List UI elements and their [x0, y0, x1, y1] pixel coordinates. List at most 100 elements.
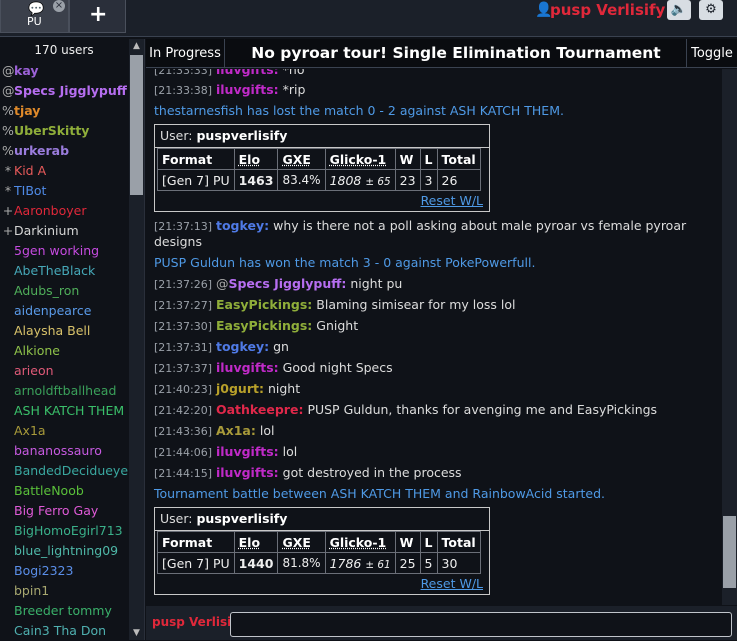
- sidebar-scroll-thumb[interactable]: [130, 55, 143, 195]
- user-list-item[interactable]: @kay: [0, 61, 128, 81]
- user-list-item[interactable]: BigHomoEgirl713: [0, 521, 128, 541]
- user-name[interactable]: Ax1a: [14, 423, 46, 438]
- user-list-item[interactable]: bananossauro: [0, 441, 128, 461]
- user-name[interactable]: bananossauro: [14, 443, 102, 458]
- user-list-item[interactable]: Ax1a: [0, 421, 128, 441]
- timestamp: [21:43:36]: [154, 425, 212, 438]
- user-list-item[interactable]: blue_lightning09: [0, 541, 128, 561]
- user-name[interactable]: Specs Jigglypuff: [14, 83, 127, 98]
- input-username[interactable]: pusp Verlisif: [152, 615, 236, 629]
- user-name[interactable]: Alaysha Bell: [14, 323, 90, 338]
- user-list-item[interactable]: %urkerab: [0, 141, 128, 161]
- sound-button[interactable]: 🔈: [667, 0, 691, 20]
- user-name[interactable]: BigHomoEgirl713: [14, 523, 123, 538]
- chat-message: [21:37:13] togkey: why is there not a po…: [154, 218, 714, 249]
- user-list-item[interactable]: * TIBot: [0, 181, 128, 201]
- user-list: @kay @Specs Jigglypuff %tjay %UberSkitty %ur…: [0, 61, 128, 641]
- user-list-item[interactable]: arieon: [0, 361, 128, 381]
- user-name[interactable]: 5gen working: [14, 243, 99, 258]
- user-name[interactable]: Big Ferro Gay: [14, 503, 98, 518]
- user-name[interactable]: Aaronboyer: [14, 203, 86, 218]
- chat-username[interactable]: EasyPickings:: [216, 318, 312, 333]
- user-name[interactable]: AbeTheBlack: [14, 263, 95, 278]
- glicko-cell: 1786 ± 61: [324, 552, 396, 574]
- user-list-item[interactable]: Alkione: [0, 341, 128, 361]
- user-name[interactable]: aidenpearce: [14, 303, 91, 318]
- tour-toggle-button[interactable]: Toggle: [686, 39, 737, 68]
- timestamp: [21:42:20]: [154, 404, 212, 417]
- user-name[interactable]: BandedDecidueye: [14, 463, 128, 478]
- user-list-item[interactable]: BandedDecidueye: [0, 461, 128, 481]
- user-name[interactable]: Darkinium: [14, 223, 79, 238]
- user-list-item[interactable]: arnoldftballhead: [0, 381, 128, 401]
- chat-username[interactable]: iluvgifts:: [216, 69, 279, 77]
- user-name[interactable]: BattleNoob: [14, 483, 84, 498]
- user-name[interactable]: Bogi2323: [14, 563, 73, 578]
- user-list-item[interactable]: 5gen working: [0, 241, 128, 261]
- chat-message: [21:44:06] iluvgifts: lol: [154, 444, 714, 459]
- current-username[interactable]: pusp Verlisify: [550, 1, 665, 19]
- user-name[interactable]: Adubs_ron: [14, 283, 79, 298]
- user-list-item[interactable]: AbeTheBlack: [0, 261, 128, 281]
- user-list-item[interactable]: * Kid A: [0, 161, 128, 181]
- user-list-item[interactable]: bpin1: [0, 581, 128, 601]
- user-list-item[interactable]: Alaysha Bell: [0, 321, 128, 341]
- user-list-item[interactable]: Big Ferro Gay: [0, 501, 128, 521]
- reset-wl-link[interactable]: Reset W/L: [155, 574, 489, 594]
- user-list-item[interactable]: @Specs Jigglypuff: [0, 81, 128, 101]
- chat-username[interactable]: Oathkeepre:: [216, 402, 303, 417]
- user-name[interactable]: kay: [14, 63, 39, 78]
- user-list-item[interactable]: aidenpearce: [0, 301, 128, 321]
- chat-username[interactable]: iluvgifts:: [216, 360, 279, 375]
- user-name[interactable]: TIBot: [14, 183, 46, 198]
- user-name[interactable]: urkerab: [14, 143, 69, 158]
- chat-username[interactable]: j0gurt:: [216, 381, 264, 396]
- user-list-item[interactable]: Breeder tommy: [0, 601, 128, 621]
- total-cell: 30: [436, 552, 481, 574]
- user-name[interactable]: bpin1: [14, 583, 49, 598]
- user-list-item[interactable]: Cain3 Tha Don: [0, 621, 128, 641]
- chat-username[interactable]: Ax1a:: [216, 423, 256, 438]
- user-name[interactable]: Alkione: [14, 343, 60, 358]
- user-name[interactable]: Breeder tommy: [14, 603, 112, 618]
- user-rank: +: [2, 223, 14, 238]
- scroll-up-arrow-icon[interactable]: ▲: [129, 39, 144, 53]
- user-list-item[interactable]: ASH KATCH THEM: [0, 401, 128, 421]
- chat-username[interactable]: EasyPickings:: [216, 297, 312, 312]
- user-name[interactable]: tjay: [14, 103, 40, 118]
- chat-username[interactable]: Specs Jigglypuff:: [228, 276, 346, 291]
- user-list-item[interactable]: +Darkinium: [0, 221, 128, 241]
- user-name[interactable]: UberSkitty: [14, 123, 89, 138]
- add-tab-button[interactable]: +: [69, 0, 126, 33]
- chat-username[interactable]: togkey:: [216, 339, 269, 354]
- chat-username[interactable]: togkey:: [216, 218, 269, 233]
- timestamp: [21:37:31]: [154, 341, 212, 354]
- chat-input[interactable]: [230, 612, 732, 637]
- scroll-down-arrow-icon[interactable]: ▼: [129, 626, 144, 640]
- chat-scroll-thumb[interactable]: [723, 516, 736, 588]
- room-tab-pu[interactable]: 💬 PU ×: [0, 0, 69, 33]
- settings-button[interactable]: ⚙: [699, 0, 723, 20]
- user-name[interactable]: Kid A: [14, 163, 46, 178]
- chat-username[interactable]: iluvgifts:: [216, 465, 279, 480]
- user-list-item[interactable]: %tjay: [0, 101, 128, 121]
- user-list-item[interactable]: %UberSkitty: [0, 121, 128, 141]
- format-cell: [Gen 7] PU: [157, 552, 235, 574]
- col-l: L: [419, 148, 438, 170]
- chat-username[interactable]: iluvgifts:: [216, 82, 279, 97]
- user-name[interactable]: Cain3 Tha Don: [14, 623, 106, 638]
- col-glicko: Glicko-1: [324, 148, 396, 170]
- chat-username[interactable]: iluvgifts:: [216, 444, 279, 459]
- format-cell: [Gen 7] PU: [157, 169, 235, 191]
- user-name[interactable]: arnoldftballhead: [14, 383, 116, 398]
- reset-wl-link[interactable]: Reset W/L: [155, 191, 489, 211]
- user-list-item[interactable]: BattleNoob: [0, 481, 128, 501]
- user-name[interactable]: blue_lightning09: [14, 543, 118, 558]
- chat-message: [21:42:20] Oathkeepre: PUSP Guldun, than…: [154, 402, 714, 417]
- user-name[interactable]: arieon: [14, 363, 54, 378]
- user-list-item[interactable]: Bogi2323: [0, 561, 128, 581]
- close-icon[interactable]: ×: [53, 0, 65, 12]
- user-list-item[interactable]: +Aaronboyer: [0, 201, 128, 221]
- user-list-item[interactable]: Adubs_ron: [0, 281, 128, 301]
- user-name[interactable]: ASH KATCH THEM: [14, 403, 124, 418]
